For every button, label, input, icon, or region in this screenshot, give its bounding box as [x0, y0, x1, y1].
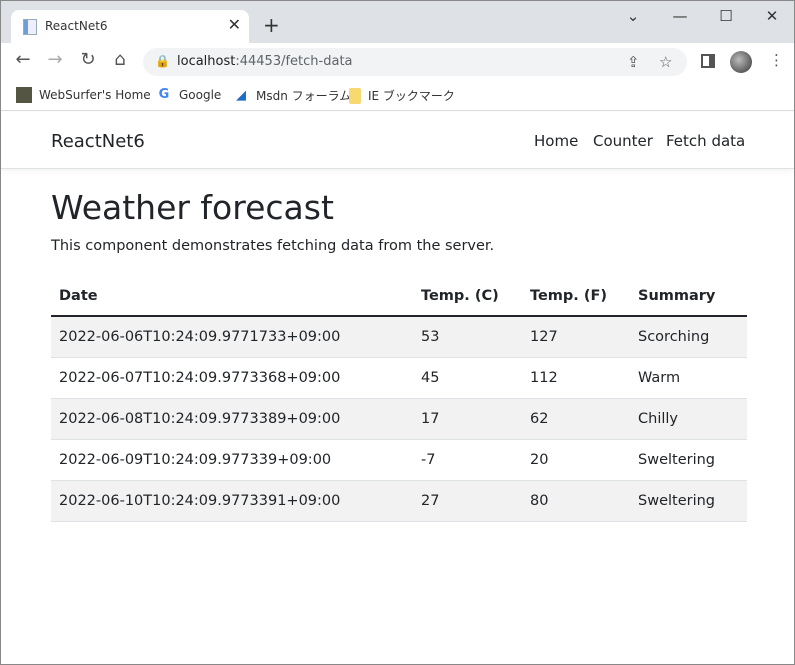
bookmark-websurfer[interactable]: WebSurfer's Home: [16, 87, 151, 103]
cell-temp-f: 127: [522, 316, 630, 358]
bookmark-label: WebSurfer's Home: [39, 88, 151, 102]
table-row: 2022-06-06T10:24:09.9771733+09:00 53 127 Sc…: [51, 316, 747, 358]
folder-icon: [349, 87, 361, 104]
url-path: :44453/fetch-data: [235, 54, 353, 69]
cell-temp-c: -7: [413, 439, 522, 481]
cell-temp-f: 80: [522, 480, 630, 522]
cell-summary: Warm: [630, 357, 747, 399]
app-navbar: ReactNet6 Home Counter Fetch data: [1, 112, 794, 169]
minimize-button[interactable]: —: [665, 7, 695, 25]
google-icon: G: [158, 87, 170, 102]
nav-fetch-data[interactable]: Fetch data: [666, 132, 745, 150]
bookmark-label: Google: [179, 88, 222, 102]
page-description: This component demonstrates fetching dat…: [51, 238, 495, 254]
table-header-row: Date Temp. (C) Temp. (F) Summary: [51, 277, 747, 317]
bookmark-label: Msdn フォーラム: [256, 89, 352, 103]
forward-icon[interactable]: →: [43, 49, 67, 70]
close-window-button[interactable]: ✕: [757, 7, 787, 25]
cell-temp-c: 27: [413, 480, 522, 522]
back-icon[interactable]: ←: [11, 49, 35, 70]
cell-date: 2022-06-07T10:24:09.9773368+09:00: [51, 357, 413, 399]
side-panel-icon[interactable]: [701, 54, 715, 68]
table-row: 2022-06-07T10:24:09.9773368+09:00 45 112 Wa…: [51, 357, 747, 399]
bookmarks-bar: WebSurfer's Home G Google ◢ Msdn フォーラム IE …: [1, 81, 794, 111]
reload-icon[interactable]: ↻: [76, 49, 100, 70]
title-bar: ReactNet6 ✕ + ⌄ — ☐ ✕: [1, 1, 794, 43]
tab-title: ReactNet6: [45, 19, 108, 33]
cell-summary: Sweltering: [630, 439, 747, 481]
maximize-button[interactable]: ☐: [711, 7, 741, 25]
address-bar[interactable]: 🔒 localhost:44453/fetch-data ⇪ ☆: [143, 48, 687, 76]
tab-search-chevron-icon[interactable]: ⌄: [618, 7, 648, 25]
cell-temp-c: 45: [413, 357, 522, 399]
star-icon[interactable]: ☆: [659, 53, 672, 71]
url-host: localhost: [177, 54, 236, 69]
cell-date: 2022-06-09T10:24:09.977339+09:00: [51, 439, 413, 481]
url-text[interactable]: localhost:44453/fetch-data: [177, 54, 353, 69]
new-tab-button[interactable]: +: [263, 13, 280, 37]
navbar-brand[interactable]: ReactNet6: [51, 131, 145, 152]
home-icon[interactable]: ⌂: [108, 49, 132, 70]
table-row: 2022-06-08T10:24:09.9773389+09:00 17 62 Chi…: [51, 398, 747, 440]
cell-summary: Scorching: [630, 316, 747, 358]
cell-date: 2022-06-06T10:24:09.9771733+09:00: [51, 316, 413, 358]
cell-temp-f: 112: [522, 357, 630, 399]
bookmark-label: IE ブックマーク: [368, 89, 455, 103]
nav-home[interactable]: Home: [534, 132, 578, 150]
cell-summary: Chilly: [630, 398, 747, 440]
msdn-icon: ◢: [236, 87, 246, 103]
share-icon[interactable]: ⇪: [627, 53, 640, 71]
profile-avatar[interactable]: [730, 51, 752, 73]
header-date: Date: [51, 277, 413, 317]
nav-counter[interactable]: Counter: [593, 132, 653, 150]
header-summary: Summary: [630, 277, 747, 317]
bookmark-ie-folder[interactable]: IE ブックマーク: [349, 87, 455, 104]
cell-temp-c: 17: [413, 398, 522, 440]
header-temp-c: Temp. (C): [413, 277, 522, 317]
cell-date: 2022-06-08T10:24:09.9773389+09:00: [51, 398, 413, 440]
cell-summary: Sweltering: [630, 480, 747, 522]
page-icon: [23, 19, 37, 35]
browser-toolbar: ← → ↻ ⌂ 🔒 localhost:44453/fetch-data ⇪ ☆…: [1, 43, 794, 81]
cell-temp-f: 20: [522, 439, 630, 481]
cell-temp-c: 53: [413, 316, 522, 358]
lock-icon[interactable]: 🔒: [155, 54, 170, 68]
cell-date: 2022-06-10T10:24:09.9773391+09:00: [51, 480, 413, 522]
header-temp-f: Temp. (F): [522, 277, 630, 317]
close-tab-icon[interactable]: ✕: [228, 15, 241, 34]
site-icon: [16, 87, 32, 103]
table-row: 2022-06-09T10:24:09.977339+09:00 -7 20 Swel…: [51, 439, 747, 481]
bookmark-google[interactable]: G Google: [156, 87, 222, 103]
menu-icon[interactable]: ⋮: [769, 51, 784, 69]
bookmark-msdn[interactable]: ◢ Msdn フォーラム: [233, 87, 351, 104]
table-row: 2022-06-10T10:24:09.9773391+09:00 27 80 Swe…: [51, 480, 747, 522]
cell-temp-f: 62: [522, 398, 630, 440]
browser-tab[interactable]: ReactNet6 ✕: [11, 10, 249, 43]
forecast-table: Date Temp. (C) Temp. (F) Summary 2022-06…: [51, 277, 747, 522]
page-title: Weather forecast: [51, 188, 334, 227]
